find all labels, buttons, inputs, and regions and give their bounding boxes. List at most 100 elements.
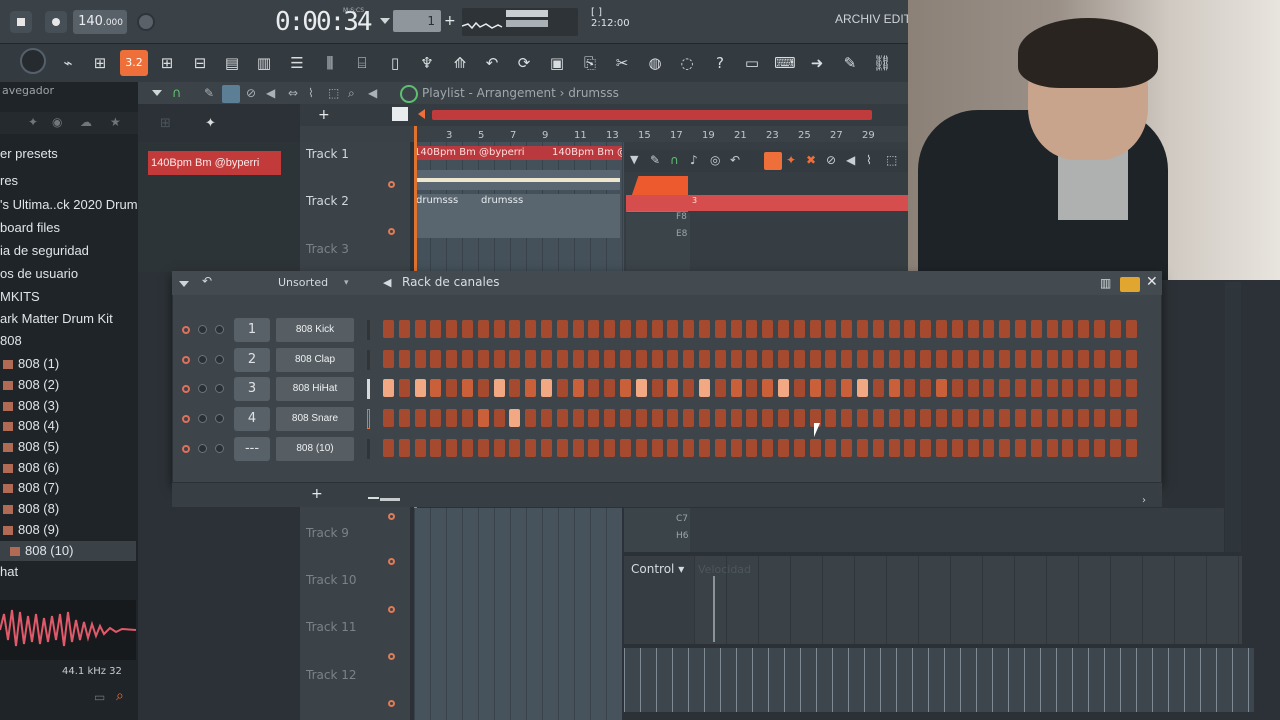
step-button[interactable]: [730, 379, 742, 397]
wave-icon[interactable]: ✦: [205, 116, 216, 131]
step-button[interactable]: [446, 320, 458, 338]
step-button[interactable]: [398, 409, 410, 427]
rack-group-filter[interactable]: Unsorted ▾: [278, 274, 354, 292]
rack-speaker-icon[interactable]: ◀: [383, 276, 391, 289]
step-button[interactable]: [951, 379, 963, 397]
step-button[interactable]: [1062, 379, 1074, 397]
step-button[interactable]: [967, 409, 979, 427]
step-button[interactable]: [525, 379, 537, 397]
step-button[interactable]: [1125, 409, 1137, 427]
step-button[interactable]: [414, 409, 426, 427]
step-button[interactable]: [983, 350, 995, 368]
step-button[interactable]: [477, 320, 489, 338]
step-button[interactable]: [1078, 350, 1090, 368]
step-button[interactable]: [588, 439, 600, 457]
step-button[interactable]: [825, 409, 837, 427]
step-button[interactable]: [778, 439, 789, 457]
step-button[interactable]: [509, 379, 521, 397]
step-button[interactable]: [920, 320, 932, 338]
mic-icon[interactable]: ◍: [643, 52, 667, 74]
channel-mixer-track[interactable]: 2: [234, 348, 270, 372]
step-button[interactable]: [556, 409, 568, 427]
step-button[interactable]: [872, 379, 884, 397]
step-button[interactable]: [920, 379, 932, 397]
channel-name-button[interactable]: 808 Kick: [276, 318, 354, 342]
step-button[interactable]: [1094, 409, 1105, 427]
step-button[interactable]: [1046, 350, 1058, 368]
step-button[interactable]: [1109, 379, 1121, 397]
pen-icon[interactable]: ✎: [838, 52, 862, 74]
draw-tool-icon[interactable]: ✎: [204, 86, 214, 100]
step-button[interactable]: [651, 439, 663, 457]
track-mute-dot[interactable]: [388, 181, 395, 188]
slip-tool-icon[interactable]: ⇔: [288, 86, 298, 100]
step-button[interactable]: [541, 320, 552, 338]
step-button[interactable]: [699, 409, 710, 427]
mixer-icon[interactable]: ⫼: [318, 52, 342, 74]
step-button[interactable]: [1078, 320, 1090, 338]
step-button[interactable]: [604, 350, 616, 368]
step-button[interactable]: [762, 320, 774, 338]
step-button[interactable]: [951, 320, 963, 338]
link-icon[interactable]: ⛓: [870, 52, 894, 74]
master-pitch-knob[interactable]: [137, 13, 155, 31]
step-button[interactable]: [525, 320, 537, 338]
step-button[interactable]: [683, 350, 695, 368]
magnet-icon[interactable]: ∩: [172, 86, 182, 101]
step-button[interactable]: [1109, 350, 1121, 368]
browser-item[interactable]: ark Matter Drum Kit: [0, 311, 113, 326]
step-button[interactable]: [857, 350, 868, 368]
step-button[interactable]: [667, 409, 679, 427]
step-button[interactable]: [730, 320, 742, 338]
step-button[interactable]: [462, 409, 473, 427]
track-name[interactable]: Track 3: [306, 242, 349, 256]
step-button[interactable]: [936, 409, 947, 427]
channel-volume-knob[interactable]: [215, 444, 224, 453]
step-button[interactable]: [1125, 320, 1137, 338]
step-button[interactable]: [414, 439, 426, 457]
step-button[interactable]: [714, 379, 726, 397]
timeline-ruler[interactable]: [300, 126, 908, 142]
plugin-icon[interactable]: ♆: [415, 52, 439, 74]
track-mute-dot[interactable]: [388, 700, 395, 707]
step-button[interactable]: [1078, 409, 1090, 427]
step-button[interactable]: [667, 320, 679, 338]
piano-roll-scrollbar[interactable]: [1225, 282, 1241, 552]
step-button[interactable]: [699, 379, 710, 397]
step-button[interactable]: [793, 409, 805, 427]
step-button[interactable]: [983, 379, 995, 397]
step-button[interactable]: [762, 350, 774, 368]
piano-mute-icon[interactable]: ◀: [846, 153, 855, 167]
pattern-dropdown-icon[interactable]: [380, 18, 390, 24]
channel-name-button[interactable]: 808 Clap: [276, 348, 354, 372]
step-button[interactable]: [620, 439, 631, 457]
channel-pan-knob[interactable]: [198, 325, 207, 334]
step-button[interactable]: [588, 350, 600, 368]
piano-roll-icon[interactable]: ▥: [252, 52, 276, 74]
pattern-pick-icon[interactable]: [400, 85, 418, 103]
step-button[interactable]: [762, 379, 774, 397]
step-button[interactable]: [572, 350, 584, 368]
step-button[interactable]: [683, 379, 695, 397]
step-button[interactable]: [699, 350, 710, 368]
channel-pan-knob[interactable]: [198, 414, 207, 423]
refresh-icon[interactable]: ⟳: [512, 52, 536, 74]
step-button[interactable]: [572, 320, 584, 338]
step-button[interactable]: [1062, 439, 1074, 457]
paint-tool-icon[interactable]: [222, 85, 240, 103]
step-button[interactable]: [525, 350, 537, 368]
browser-item[interactable]: 808 (6): [0, 460, 59, 475]
channel-pan-knob[interactable]: [198, 444, 207, 453]
browser-item[interactable]: 808 (2): [0, 377, 59, 392]
browser-item[interactable]: 808 (7): [0, 480, 59, 495]
step-button[interactable]: [746, 350, 758, 368]
step-button[interactable]: [920, 409, 932, 427]
step-button[interactable]: [999, 379, 1011, 397]
step-button[interactable]: [667, 350, 679, 368]
track-name[interactable]: Track 12: [306, 668, 356, 682]
step-button[interactable]: [1125, 439, 1137, 457]
step-button[interactable]: [1062, 409, 1074, 427]
velocity-bar[interactable]: [713, 576, 715, 642]
rack-graph-icon[interactable]: ▥: [1100, 276, 1111, 290]
channel-name-button[interactable]: 808 (10): [276, 437, 354, 461]
